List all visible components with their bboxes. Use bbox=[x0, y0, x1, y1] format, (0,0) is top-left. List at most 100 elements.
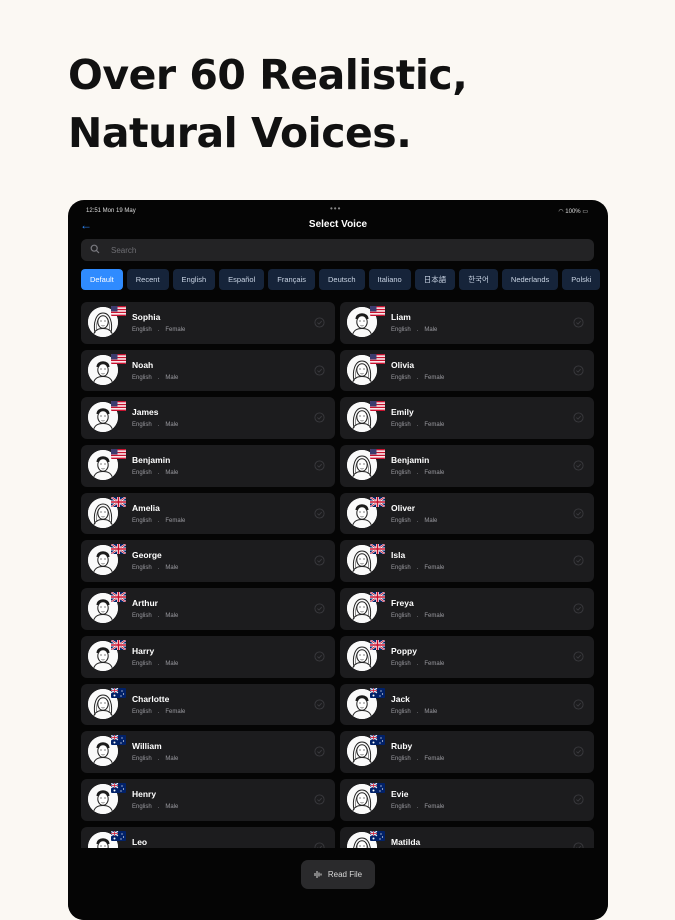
filter-chip[interactable]: Polski bbox=[562, 269, 601, 290]
filter-chip[interactable]: Français bbox=[268, 269, 316, 290]
flag-gb-icon bbox=[370, 592, 385, 603]
select-check-icon[interactable] bbox=[573, 746, 584, 757]
voice-card[interactable]: Harry English. Male bbox=[81, 635, 335, 678]
voice-name: Henry bbox=[132, 788, 157, 799]
voice-language: English bbox=[132, 422, 152, 429]
voice-name: Leo bbox=[132, 836, 148, 847]
flag-au-icon bbox=[370, 782, 385, 793]
voice-card[interactable]: Noah English. Male bbox=[81, 349, 335, 392]
read-file-button[interactable]: Read File bbox=[301, 860, 375, 889]
voice-name: Harry bbox=[132, 645, 155, 656]
select-check-icon[interactable] bbox=[314, 746, 325, 757]
filter-chip[interactable]: Nederlands bbox=[501, 269, 559, 290]
filter-chip[interactable]: 한국어 bbox=[459, 269, 498, 290]
voice-name: James bbox=[132, 407, 159, 418]
select-check-icon[interactable] bbox=[314, 508, 325, 519]
flag-au-icon bbox=[111, 687, 126, 698]
filter-chip[interactable]: Deutsch bbox=[319, 269, 365, 290]
voice-meta: English. Male bbox=[132, 661, 178, 667]
voice-name: William bbox=[132, 741, 162, 752]
voice-card[interactable]: Benjamin English. Female bbox=[340, 445, 594, 487]
select-check-icon[interactable] bbox=[573, 460, 584, 471]
select-check-icon[interactable] bbox=[314, 794, 325, 805]
meta-separator: . bbox=[416, 756, 419, 763]
select-check-icon[interactable] bbox=[573, 794, 584, 805]
meta-separator: . bbox=[416, 708, 419, 715]
voice-language: English bbox=[132, 374, 152, 381]
voice-card[interactable]: Oliver English. Male bbox=[340, 492, 594, 535]
voice-card[interactable]: Benjamin English. Male bbox=[81, 445, 335, 487]
voice-card[interactable]: Liam English. Male bbox=[340, 302, 594, 344]
voice-name: Liam bbox=[391, 312, 411, 322]
select-check-icon[interactable] bbox=[573, 412, 584, 423]
flag-au-icon bbox=[111, 830, 126, 841]
voice-language: English bbox=[391, 708, 411, 715]
voice-language: English bbox=[391, 422, 411, 429]
voice-card[interactable]: Henry English. Male bbox=[81, 778, 335, 821]
voice-language: English bbox=[391, 565, 411, 572]
headline-line-1: Over 60 Realistic, bbox=[68, 51, 468, 99]
flag-us-icon bbox=[111, 401, 126, 412]
select-check-icon[interactable] bbox=[314, 603, 325, 614]
select-check-icon[interactable] bbox=[573, 603, 584, 614]
voice-card[interactable]: George English. Male bbox=[81, 540, 335, 583]
waveform-icon bbox=[314, 871, 322, 878]
page-title: Select Voice bbox=[308, 219, 368, 230]
select-check-icon[interactable] bbox=[573, 651, 584, 662]
voice-card[interactable]: Charlotte English. Female bbox=[81, 683, 335, 726]
select-check-icon[interactable] bbox=[573, 698, 584, 710]
search-bar[interactable] bbox=[81, 239, 594, 261]
voice-name: Arthur bbox=[132, 598, 158, 609]
filter-chip[interactable]: Italiano bbox=[368, 269, 411, 290]
select-check-icon[interactable] bbox=[314, 651, 325, 662]
filter-chip[interactable]: English bbox=[172, 269, 216, 290]
voice-card[interactable]: Arthur English. Male bbox=[81, 588, 335, 630]
select-check-icon[interactable] bbox=[573, 555, 584, 566]
voice-gender: Male bbox=[424, 708, 438, 715]
voice-card[interactable]: Poppy English. Female bbox=[340, 635, 594, 678]
select-check-icon[interactable] bbox=[314, 555, 325, 566]
voice-meta: English. Female bbox=[391, 613, 444, 619]
voice-card[interactable]: Olivia English. Female bbox=[340, 349, 594, 392]
voice-meta: English. Male bbox=[391, 709, 437, 715]
voice-gender: Female bbox=[424, 470, 445, 477]
meta-separator: . bbox=[416, 470, 419, 477]
voice-meta: English. Male bbox=[132, 565, 178, 571]
voice-card[interactable]: Isla English. Female bbox=[340, 540, 594, 583]
select-check-icon[interactable] bbox=[314, 412, 325, 423]
voice-card[interactable]: Sophia English. Female bbox=[81, 302, 335, 344]
multitask-dots-icon[interactable]: ••• bbox=[330, 204, 341, 213]
meta-separator: . bbox=[157, 756, 160, 763]
search-input[interactable] bbox=[111, 243, 581, 257]
voice-card[interactable]: James English. Male bbox=[81, 397, 335, 440]
voice-meta: English. Male bbox=[391, 327, 437, 333]
voice-card[interactable]: Amelia English. Female bbox=[81, 492, 335, 535]
voice-meta: English. Male bbox=[132, 756, 178, 762]
filter-chip[interactable]: Español bbox=[219, 269, 265, 290]
select-check-icon[interactable] bbox=[314, 365, 325, 376]
select-check-icon[interactable] bbox=[314, 317, 325, 328]
voice-gender: Male bbox=[165, 422, 179, 429]
voice-gender: Male bbox=[165, 756, 179, 763]
select-check-icon[interactable] bbox=[314, 460, 325, 471]
voice-card[interactable]: William English. Male bbox=[81, 731, 335, 773]
select-check-icon[interactable] bbox=[573, 317, 584, 328]
filter-chip[interactable]: Default bbox=[81, 269, 123, 290]
voice-gender: Female bbox=[424, 422, 445, 429]
filter-chip[interactable]: 日本語 bbox=[414, 269, 456, 290]
voice-card[interactable]: Jack English. Male bbox=[340, 683, 594, 726]
meta-separator: . bbox=[416, 327, 419, 333]
meta-separator: . bbox=[157, 660, 160, 667]
voice-language: English bbox=[132, 613, 152, 620]
select-check-icon[interactable] bbox=[314, 698, 325, 710]
voice-card[interactable]: Evie English. Female bbox=[340, 778, 594, 821]
filter-chip[interactable]: Recent bbox=[126, 269, 169, 290]
select-check-icon[interactable] bbox=[573, 365, 584, 376]
voice-card[interactable]: Emily English. Female bbox=[340, 397, 594, 440]
voice-gender: Female bbox=[424, 660, 445, 667]
meta-separator: . bbox=[416, 517, 419, 524]
voice-name: Sophia bbox=[132, 312, 161, 322]
voice-card[interactable]: Ruby English. Female bbox=[340, 731, 594, 773]
voice-card[interactable]: Freya English. Female bbox=[340, 588, 594, 630]
select-check-icon[interactable] bbox=[573, 508, 584, 519]
